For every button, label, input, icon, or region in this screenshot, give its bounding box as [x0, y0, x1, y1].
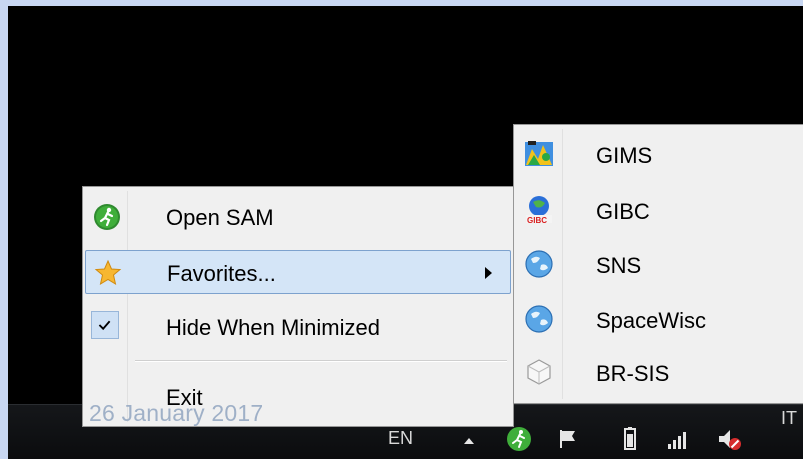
submenu-item-sns[interactable]: SNS: [516, 239, 803, 291]
globe-icon: [524, 249, 554, 279]
context-menu: Open SAM Favorites... Hide When Minimize…: [82, 186, 514, 427]
submenu-item-label: GIMS: [596, 143, 653, 168]
submenu-item-label: SpaceWisc: [596, 308, 707, 333]
submenu-item-label: SNS: [596, 253, 642, 278]
menu-item-favorites[interactable]: Favorites...: [85, 250, 511, 294]
gims-icon: [524, 139, 554, 169]
favorites-submenu: GIMS GIBC GIBC SNS SpaceWisc BR-SIS: [513, 124, 803, 404]
menu-item-hide-when-minimized[interactable]: Hide When Minimized: [85, 305, 511, 349]
submenu-item-label: GIBC: [596, 199, 650, 224]
menu-item-label: Hide When Minimized: [166, 315, 380, 340]
svg-text:GIBC: GIBC: [527, 216, 547, 225]
submenu-arrow-icon: [485, 267, 492, 279]
cube-icon: [524, 357, 554, 387]
menu-item-label: Open SAM: [166, 205, 274, 230]
battery-icon[interactable]: [617, 426, 643, 452]
menu-separator: [135, 360, 507, 362]
volume-muted-icon[interactable]: [716, 426, 742, 452]
globe-icon: [524, 304, 554, 334]
submenu-item-gims[interactable]: GIMS: [516, 129, 803, 181]
language-indicator[interactable]: EN: [388, 428, 413, 449]
show-hidden-icons-icon[interactable]: [456, 426, 482, 452]
date-text: 26 January 2017: [89, 400, 264, 426]
runner-icon: [93, 203, 121, 231]
submenu-item-label: BR-SIS: [596, 361, 670, 386]
taskbar-label: IT: [781, 408, 797, 428]
gibc-icon: GIBC: [524, 195, 554, 225]
submenu-item-spacewisc[interactable]: SpaceWisc: [516, 294, 803, 346]
submenu-item-br-sis[interactable]: BR-SIS: [516, 347, 803, 399]
star-icon: [94, 259, 122, 287]
runner-icon[interactable]: [506, 426, 532, 452]
signal-icon[interactable]: [665, 426, 691, 452]
menu-item-open-sam[interactable]: Open SAM: [85, 195, 511, 239]
flag-icon[interactable]: [555, 426, 581, 452]
submenu-item-gibc[interactable]: GIBC GIBC: [516, 185, 803, 237]
menu-item-label: Favorites...: [167, 261, 276, 286]
check-icon: [91, 311, 119, 339]
